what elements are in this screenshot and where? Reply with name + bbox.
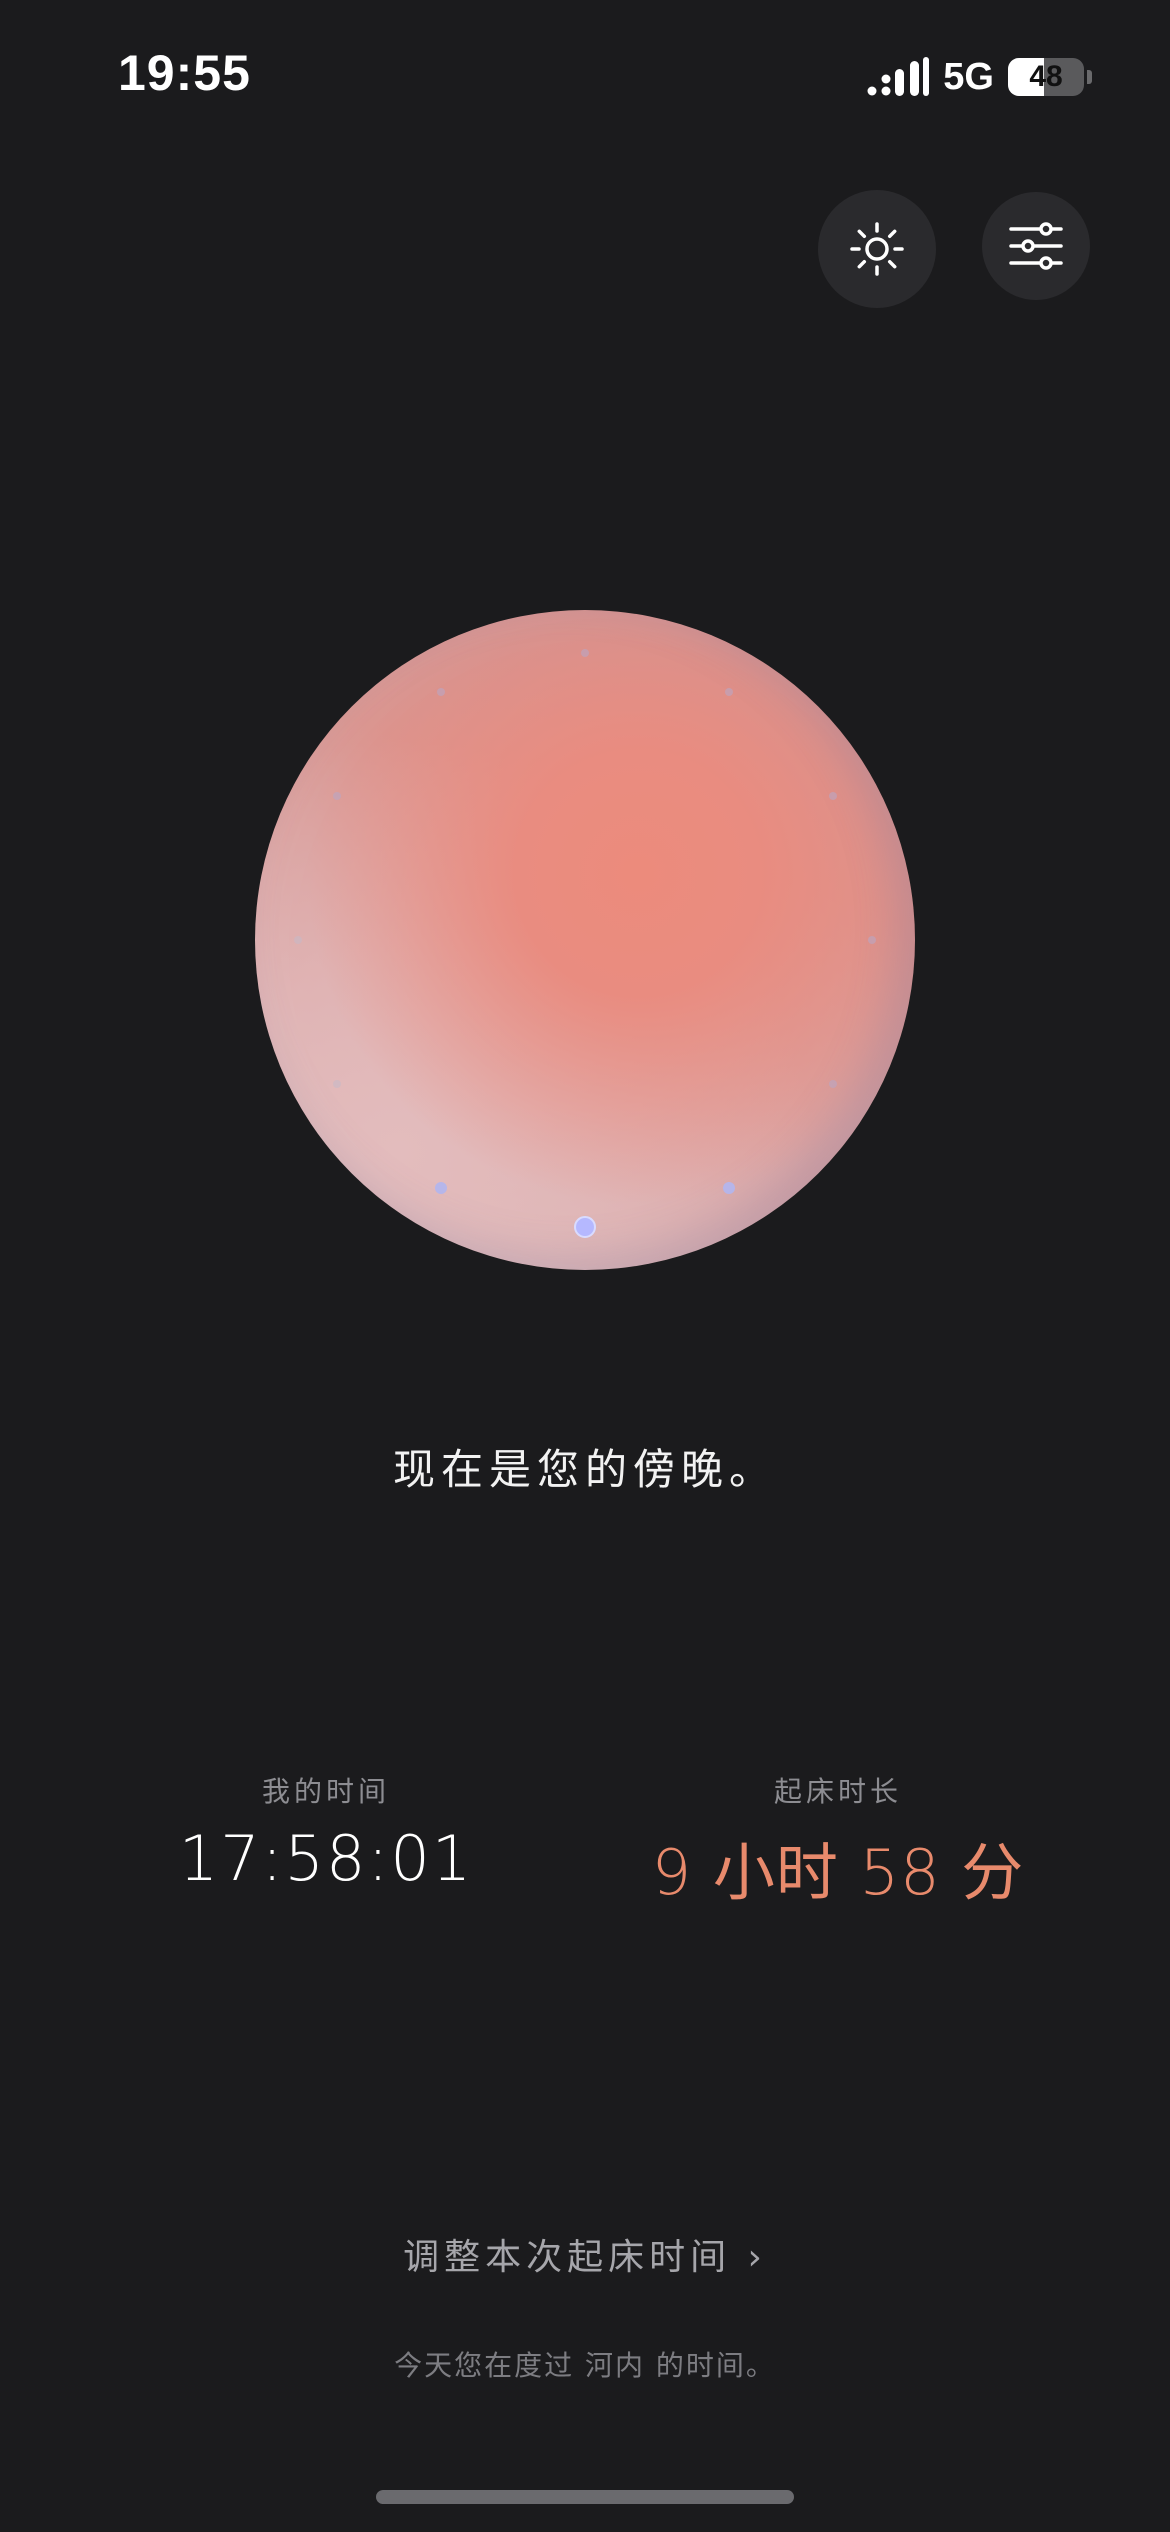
- hour-dot: [294, 936, 302, 944]
- hour-dot: [581, 649, 589, 657]
- battery-percent: 48: [1029, 60, 1063, 93]
- brightness-button[interactable]: [818, 190, 936, 308]
- status-time: 19:55: [118, 45, 251, 101]
- hour-markers: [294, 649, 876, 1238]
- home-indicator[interactable]: [376, 2490, 794, 2504]
- hour-dot: [723, 1182, 735, 1194]
- hour-dot: [437, 688, 445, 696]
- period-message: 现在是您的傍晚。: [392, 1445, 777, 1494]
- hour-dot: [725, 688, 733, 696]
- my-time-label: 我的时间: [261, 1775, 390, 1808]
- sliders-icon: [1009, 222, 1063, 270]
- hour-dot: [333, 1080, 341, 1088]
- network-type: 5G: [943, 55, 994, 98]
- location-description: 今天您在度过 河内 的时间。: [394, 2349, 776, 2382]
- my-time-value: 17:58:01: [178, 1822, 474, 1895]
- wake-duration-label: 起床时长: [773, 1775, 902, 1808]
- current-time-marker: [574, 1216, 596, 1238]
- hour-dot: [333, 792, 341, 800]
- sun-icon: [850, 222, 904, 276]
- adjust-wake-time-link[interactable]: 调整本次起床时间 ›: [0, 2228, 1170, 2280]
- hour-dot: [829, 1080, 837, 1088]
- settings-button[interactable]: [982, 192, 1090, 300]
- cellular-signal-icon: [867, 57, 930, 96]
- hour-dot: [868, 936, 876, 944]
- battery-cap: [1087, 70, 1092, 84]
- hour-dot: [829, 792, 837, 800]
- battery-icon: 48: [1008, 58, 1084, 96]
- hour-dot: [435, 1182, 447, 1194]
- wake-duration-value: 9 小时 58 分: [651, 1836, 1025, 1909]
- status-indicators: 5G 48: [867, 54, 1092, 100]
